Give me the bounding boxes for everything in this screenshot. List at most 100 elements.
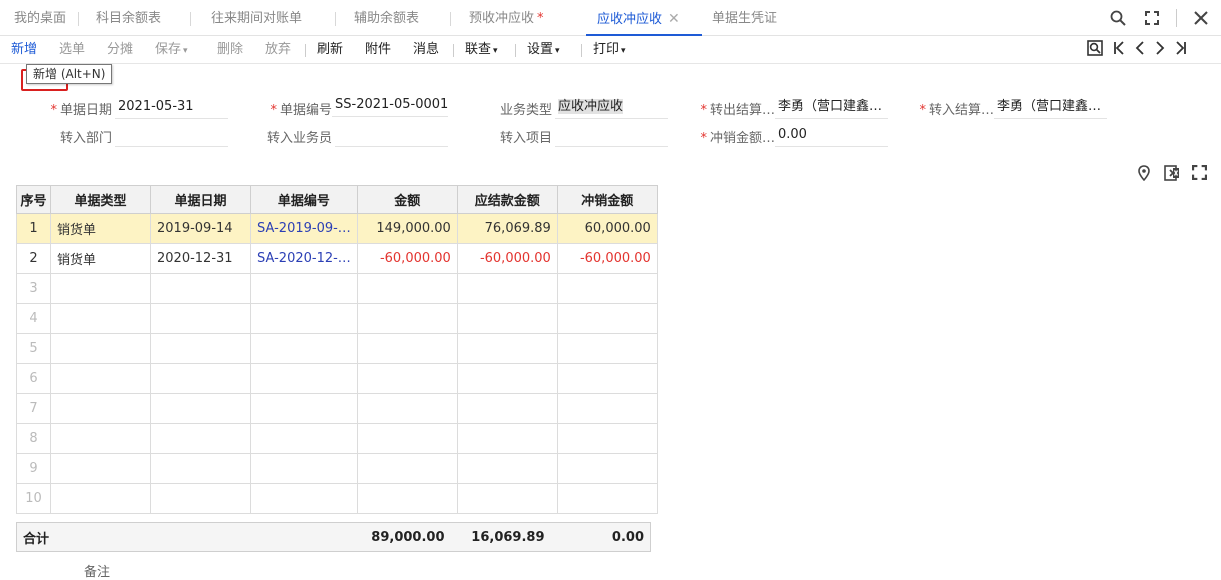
empty-cell[interactable]	[50, 303, 151, 334]
last-icon[interactable]	[1175, 41, 1187, 59]
empty-cell[interactable]	[50, 483, 151, 514]
cell-doc-no[interactable]: SA-2019-09-…	[250, 213, 358, 244]
save-button[interactable]: 保存 ▾	[155, 36, 188, 64]
empty-cell[interactable]	[50, 363, 151, 394]
empty-cell[interactable]	[556, 273, 658, 304]
empty-cell[interactable]	[50, 453, 151, 484]
attach-button[interactable]: 附件	[365, 36, 391, 64]
new-button[interactable]: 新增	[11, 36, 37, 64]
close-icon[interactable]	[1191, 8, 1211, 28]
allocate-button[interactable]: 分摊	[107, 36, 133, 64]
empty-cell[interactable]	[556, 483, 658, 514]
empty-cell[interactable]	[150, 423, 251, 454]
search-icon[interactable]	[1108, 8, 1128, 28]
empty-cell[interactable]	[356, 423, 458, 454]
print-button[interactable]: 打印 ▾	[593, 36, 626, 64]
table-row[interactable]: 1 销货单 2019-09-14 SA-2019-09-… 149,000.00…	[16, 213, 658, 244]
table-row[interactable]: 5	[16, 333, 658, 364]
empty-cell[interactable]	[250, 423, 358, 454]
empty-cell[interactable]	[150, 393, 251, 424]
empty-cell[interactable]	[556, 453, 658, 484]
empty-cell[interactable]	[456, 273, 558, 304]
project-field[interactable]	[555, 124, 668, 147]
cell-amount[interactable]: -60,000.00	[356, 243, 458, 274]
settings-button[interactable]: 设置 ▾	[527, 36, 560, 64]
first-icon[interactable]	[1113, 41, 1125, 59]
table-row[interactable]: 7	[16, 393, 658, 424]
empty-cell[interactable]	[150, 333, 251, 364]
empty-cell[interactable]	[556, 423, 658, 454]
delete-button[interactable]: 删除	[217, 36, 243, 64]
col-header-offset[interactable]: 冲销金额	[556, 185, 658, 214]
empty-cell[interactable]	[250, 333, 358, 364]
cell-date[interactable]: 2020-12-31	[150, 243, 251, 274]
empty-cell[interactable]	[250, 303, 358, 334]
empty-cell[interactable]	[456, 483, 558, 514]
linked-query-button[interactable]: 联查 ▾	[465, 36, 498, 64]
in-settle-field[interactable]: 李勇（营口建鑫…	[994, 96, 1107, 119]
table-row[interactable]: 3	[16, 273, 658, 304]
dept-field[interactable]	[115, 124, 228, 147]
abandon-button[interactable]: 放弃	[265, 36, 291, 64]
empty-cell[interactable]	[150, 453, 251, 484]
table-row[interactable]: 9	[16, 453, 658, 484]
empty-cell[interactable]	[250, 453, 358, 484]
empty-cell[interactable]	[556, 303, 658, 334]
empty-cell[interactable]	[250, 393, 358, 424]
message-button[interactable]: 消息	[413, 36, 439, 64]
col-header-amount[interactable]: 金额	[356, 185, 458, 214]
refresh-button[interactable]: 刷新	[317, 36, 343, 64]
cell-due[interactable]: 76,069.89	[456, 213, 558, 244]
empty-cell[interactable]	[356, 303, 458, 334]
cell-offset[interactable]: -60,000.00	[556, 243, 658, 274]
tab-prepay-offset[interactable]: 预收冲应收 *	[469, 0, 544, 36]
salesman-field[interactable]	[335, 124, 448, 147]
empty-cell[interactable]	[356, 393, 458, 424]
tab-voucher-gen[interactable]: 单据生凭证	[712, 0, 777, 36]
empty-cell[interactable]	[150, 273, 251, 304]
tab-period-statement[interactable]: 往来期间对账单	[211, 0, 302, 36]
out-settle-field[interactable]: 李勇（营口建鑫…	[775, 96, 888, 119]
empty-cell[interactable]	[456, 333, 558, 364]
offset-amount-field[interactable]: 0.00	[775, 124, 888, 147]
biz-type-field[interactable]: 应收冲应收	[555, 96, 668, 119]
doc-no-field[interactable]: SS-2021-05-0001	[332, 94, 448, 117]
empty-cell[interactable]	[456, 453, 558, 484]
empty-cell[interactable]	[356, 483, 458, 514]
next-icon[interactable]	[1155, 41, 1165, 59]
tab-aux-balance[interactable]: 辅助余额表	[354, 0, 419, 36]
empty-cell[interactable]	[556, 363, 658, 394]
prev-icon[interactable]	[1135, 41, 1145, 59]
empty-cell[interactable]	[456, 423, 558, 454]
table-row[interactable]: 10	[16, 483, 658, 514]
cell-doc-no[interactable]: SA-2020-12-…	[250, 243, 358, 274]
col-header-due[interactable]: 应结款金额	[456, 185, 558, 214]
table-row[interactable]: 6	[16, 363, 658, 394]
tab-desktop[interactable]: 我的桌面	[14, 0, 66, 36]
tab-account-balance[interactable]: 科目余额表	[96, 0, 161, 36]
table-row[interactable]: 8	[16, 423, 658, 454]
select-button[interactable]: 选单	[59, 36, 85, 64]
empty-cell[interactable]	[356, 453, 458, 484]
fullscreen-icon[interactable]	[1192, 165, 1208, 181]
empty-cell[interactable]	[150, 363, 251, 394]
col-header-no[interactable]: 单据编号	[250, 185, 358, 214]
col-header-type[interactable]: 单据类型	[50, 185, 151, 214]
excel-icon[interactable]	[1164, 165, 1180, 181]
location-icon[interactable]	[1136, 165, 1152, 182]
cell-due[interactable]: -60,000.00	[456, 243, 558, 274]
tab-receivable-offset[interactable]: 应收冲应收 ✕	[586, 0, 702, 36]
table-row[interactable]: 4	[16, 303, 658, 334]
find-icon[interactable]	[1087, 40, 1103, 60]
table-row[interactable]: 2 销货单 2020-12-31 SA-2020-12-… -60,000.00…	[16, 243, 658, 274]
empty-cell[interactable]	[456, 303, 558, 334]
empty-cell[interactable]	[456, 363, 558, 394]
date-field[interactable]: 2021-05-31	[115, 96, 228, 119]
empty-cell[interactable]	[50, 423, 151, 454]
empty-cell[interactable]	[456, 393, 558, 424]
empty-cell[interactable]	[250, 363, 358, 394]
empty-cell[interactable]	[556, 333, 658, 364]
empty-cell[interactable]	[250, 483, 358, 514]
empty-cell[interactable]	[250, 273, 358, 304]
empty-cell[interactable]	[50, 393, 151, 424]
